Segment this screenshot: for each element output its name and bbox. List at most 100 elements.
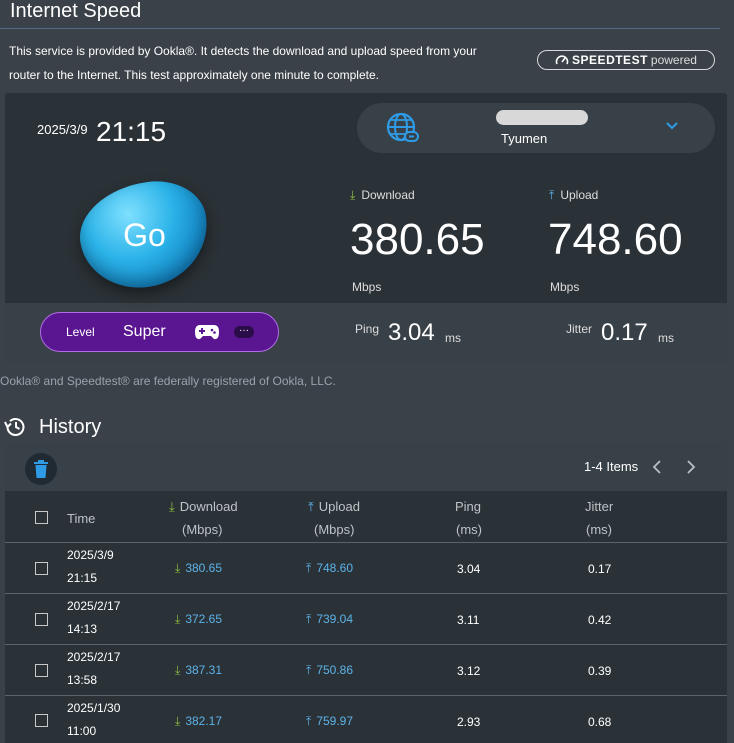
gamepad-icon bbox=[195, 325, 219, 340]
go-button-label: Go bbox=[122, 216, 166, 253]
row-divider bbox=[5, 542, 727, 543]
row-download: ⤓ 387.31 bbox=[175, 663, 222, 678]
trash-icon bbox=[34, 460, 48, 478]
row-jitter: 0.39 bbox=[588, 664, 612, 678]
server-city: Tyumen bbox=[501, 131, 548, 146]
download-unit: Mbps bbox=[352, 280, 382, 294]
test-date: 2025/3/9 bbox=[37, 122, 88, 137]
trademark-footnote: Ookla® and Speedtest® are federally regi… bbox=[0, 374, 336, 388]
download-metric-label: ⤓ Download bbox=[350, 188, 415, 203]
download-arrow-icon: ⤓ bbox=[175, 561, 181, 575]
upload-arrow-icon: ⤒ bbox=[306, 561, 312, 575]
speedtest-powered-badge: SPEEDTEST powered bbox=[537, 50, 715, 70]
row-date: 2025/2/17 bbox=[67, 650, 121, 664]
row-checkbox[interactable] bbox=[35, 562, 48, 575]
jitter-unit: ms bbox=[658, 331, 674, 345]
download-arrow-icon: ⤓ bbox=[175, 663, 181, 677]
row-upload: ⤒ 748.60 bbox=[306, 561, 353, 576]
jitter-label: Jitter bbox=[566, 322, 593, 336]
col-ping-unit: (ms) bbox=[456, 522, 482, 537]
download-arrow-icon: ⤓ bbox=[350, 188, 356, 202]
row-jitter: 0.68 bbox=[588, 715, 612, 729]
col-upload-label: Upload bbox=[318, 499, 360, 514]
row-upload: ⤒ 750.86 bbox=[306, 663, 353, 678]
row-download: ⤓ 372.65 bbox=[175, 612, 222, 627]
row-checkbox[interactable] bbox=[35, 714, 48, 727]
col-jitter-unit: (ms) bbox=[586, 522, 612, 537]
badge-brand: SPEEDTEST bbox=[572, 53, 648, 67]
col-download-unit: (Mbps) bbox=[182, 522, 223, 537]
col-ping: Ping bbox=[455, 499, 482, 514]
col-upload-unit: (Mbps) bbox=[314, 522, 355, 537]
col-time: Time bbox=[67, 511, 96, 526]
upload-metric-label: ⤒ Upload bbox=[549, 188, 598, 203]
ping-label: Ping bbox=[355, 322, 380, 336]
ping-unit: ms bbox=[445, 331, 461, 345]
test-time: 21:15 bbox=[96, 116, 167, 147]
title-divider bbox=[0, 28, 720, 29]
level-more-button[interactable]: ··· bbox=[234, 326, 254, 338]
history-title: History bbox=[39, 416, 102, 438]
row-jitter: 0.42 bbox=[588, 613, 612, 627]
row-upload-value: 748.60 bbox=[316, 561, 354, 575]
upload-label: Upload bbox=[560, 188, 599, 202]
row-download: ⤓ 382.17 bbox=[175, 714, 222, 729]
col-download-label: Download bbox=[179, 499, 238, 514]
ping-value: 3.04 bbox=[388, 319, 435, 346]
download-value: 380.65 bbox=[350, 215, 485, 264]
row-download: ⤓ 380.65 bbox=[175, 561, 222, 576]
upload-value: 748.60 bbox=[548, 215, 683, 264]
upload-arrow-icon: ⤒ bbox=[549, 188, 555, 202]
row-download-value: 382.17 bbox=[185, 714, 223, 728]
row-download-value: 387.31 bbox=[185, 663, 223, 677]
col-upload: ⤒ Upload bbox=[308, 499, 360, 515]
row-date: 2025/1/30 bbox=[67, 701, 121, 715]
row-upload-value: 750.86 bbox=[316, 663, 354, 677]
description-line-2: router to the Internet. This test approx… bbox=[9, 68, 379, 82]
col-download: ⤓ Download bbox=[169, 499, 238, 515]
row-time: 21:15 bbox=[67, 571, 98, 585]
download-arrow-icon: ⤓ bbox=[175, 714, 181, 728]
row-upload-value: 759.97 bbox=[316, 714, 354, 728]
row-upload: ⤒ 739.04 bbox=[306, 612, 353, 627]
delete-history-button[interactable] bbox=[25, 453, 57, 485]
row-ping: 3.11 bbox=[457, 613, 480, 627]
row-ping: 3.04 bbox=[457, 562, 481, 576]
upload-arrow-icon: ⤒ bbox=[306, 612, 312, 626]
page-title: Internet Speed bbox=[10, 0, 142, 22]
history-clock-icon bbox=[4, 418, 25, 436]
row-upload: ⤒ 759.97 bbox=[306, 714, 353, 729]
badge-suffix: powered bbox=[650, 53, 697, 67]
row-divider bbox=[5, 644, 727, 645]
level-value: Super bbox=[123, 323, 166, 340]
col-jitter: Jitter bbox=[585, 499, 614, 514]
row-download-value: 380.65 bbox=[185, 561, 223, 575]
row-time: 11:00 bbox=[67, 724, 97, 738]
row-jitter: 0.17 bbox=[588, 562, 612, 576]
row-download-value: 372.65 bbox=[185, 612, 223, 626]
row-date: 2025/2/17 bbox=[67, 599, 121, 613]
jitter-value: 0.17 bbox=[601, 319, 648, 346]
row-checkbox[interactable] bbox=[35, 613, 48, 626]
row-date: 2025/3/9 bbox=[67, 548, 114, 562]
download-label: Download bbox=[361, 188, 415, 202]
upload-unit: Mbps bbox=[550, 280, 580, 294]
level-label: Level bbox=[66, 325, 95, 339]
row-ping: 3.12 bbox=[457, 664, 481, 678]
speedtest-gauge-icon bbox=[555, 55, 569, 65]
upload-arrow-icon: ⤒ bbox=[306, 663, 312, 677]
globe-link-icon bbox=[386, 112, 419, 142]
chevron-right-icon[interactable] bbox=[683, 458, 699, 476]
upload-arrow-icon: ⤒ bbox=[308, 499, 314, 514]
chevron-left-icon[interactable] bbox=[650, 458, 666, 476]
download-arrow-icon: ⤓ bbox=[169, 499, 175, 514]
pagination-count: 1-4 Items bbox=[584, 459, 639, 474]
select-all-checkbox[interactable] bbox=[35, 511, 48, 524]
row-divider bbox=[5, 593, 727, 594]
download-arrow-icon: ⤓ bbox=[175, 612, 181, 626]
chevron-down-icon[interactable] bbox=[664, 118, 680, 134]
row-time: 14:13 bbox=[67, 622, 98, 636]
row-checkbox[interactable] bbox=[35, 664, 48, 677]
row-divider bbox=[5, 695, 727, 696]
row-upload-value: 739.04 bbox=[316, 612, 354, 626]
